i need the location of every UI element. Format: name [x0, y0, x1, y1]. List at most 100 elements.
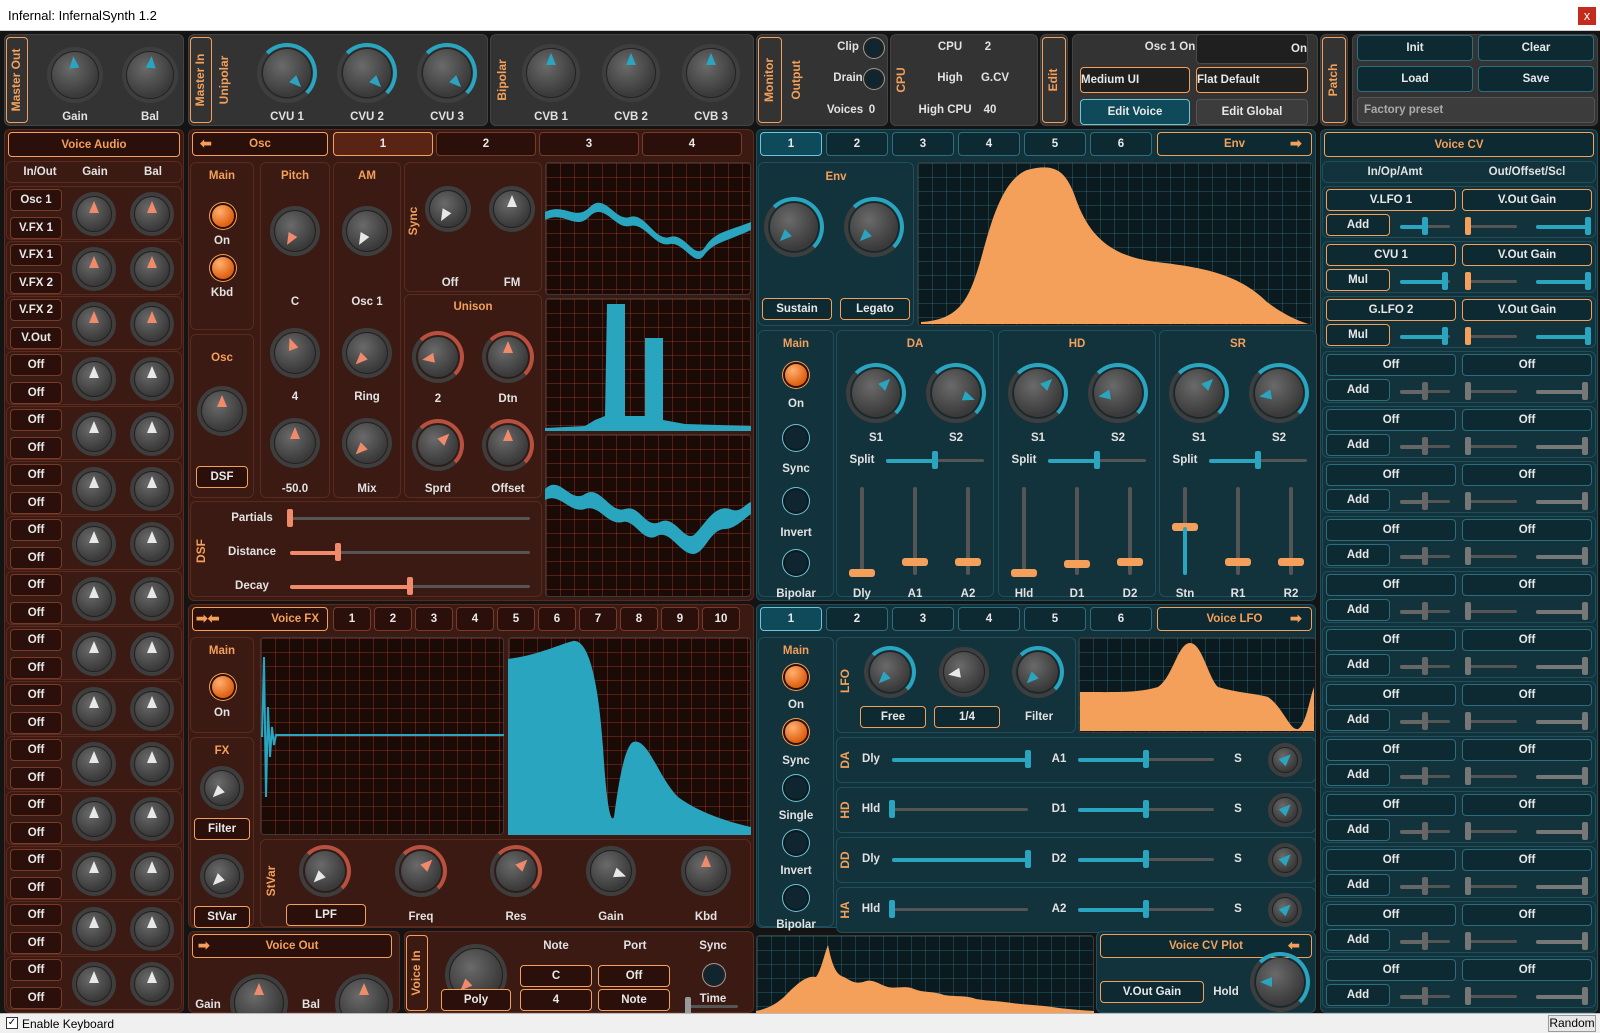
env-tab-3[interactable]: 3 [892, 132, 954, 156]
stvar-button[interactable]: StVar [194, 906, 250, 928]
fm-knob[interactable] [494, 191, 530, 227]
cv-output-5[interactable]: Off [1462, 409, 1592, 431]
voice-audio-gain-knob[interactable] [77, 197, 111, 231]
voice-cv-tab[interactable]: Voice CV [1324, 132, 1594, 157]
lfo-free-button[interactable]: Free [860, 706, 926, 728]
lfo-row-b-slider-2[interactable] [1143, 800, 1149, 818]
cv-output-4[interactable]: Off [1462, 354, 1592, 376]
voice-audio-route-19[interactable]: Off [10, 684, 62, 706]
cv-output-11[interactable]: Off [1462, 739, 1592, 761]
osc-tab-1[interactable]: 1 [333, 132, 433, 156]
cv-scale-8[interactable] [1582, 602, 1589, 620]
env-sync-toggle[interactable] [785, 427, 807, 449]
voice-lfo-tab[interactable]: Voice LFO [1157, 607, 1312, 631]
lfo-single-toggle[interactable] [785, 777, 807, 799]
voice-audio-gain-knob[interactable] [77, 362, 111, 396]
cv-offset-12[interactable] [1465, 822, 1471, 840]
env-hd-fader-2[interactable] [1064, 560, 1090, 569]
edit-global-button[interactable]: Edit Global [1196, 99, 1308, 125]
cv-offset-3[interactable] [1465, 327, 1471, 345]
env-hd-split-slider[interactable] [1094, 451, 1100, 469]
cv-op-5[interactable]: Add [1326, 434, 1390, 456]
cv-offset-4[interactable] [1465, 382, 1471, 400]
env-tab-1[interactable]: 1 [760, 132, 822, 156]
distance-slider[interactable] [335, 543, 341, 561]
am-source-knob[interactable] [347, 211, 387, 251]
cv-input-8[interactable]: Off [1326, 574, 1456, 596]
env-da-fader-2[interactable] [902, 557, 928, 566]
cv-scale-1[interactable] [1585, 217, 1591, 235]
voice-audio-route-7[interactable]: Off [10, 354, 62, 376]
arrow-right-icon[interactable]: ➡ [1290, 610, 1310, 626]
close-icon[interactable]: x [1578, 7, 1596, 25]
voice-audio-route-14[interactable]: Off [10, 546, 62, 569]
voice-audio-gain-knob[interactable] [77, 692, 111, 726]
cv-offset-6[interactable] [1465, 492, 1471, 510]
cv-input-13[interactable]: Off [1326, 849, 1456, 871]
init-button[interactable]: Init [1357, 35, 1473, 61]
osc-on-toggle[interactable] [212, 205, 234, 227]
voice-audio-route-17[interactable]: Off [10, 629, 62, 651]
cvu-knob-2[interactable] [343, 49, 391, 97]
dsf-button[interactable]: DSF [196, 466, 248, 488]
fx-tab-9[interactable]: 9 [661, 607, 699, 631]
voice-audio-route-5[interactable]: V.FX 2 [10, 299, 62, 321]
cv-op-3[interactable]: Mul [1326, 324, 1390, 346]
cvb-knob-2[interactable] [607, 49, 655, 97]
cv-offset-15[interactable] [1465, 987, 1471, 1005]
cv-amount-15[interactable] [1422, 987, 1428, 1005]
lfo-filter-knob[interactable] [1018, 652, 1058, 692]
cv-input-1[interactable]: V.LFO 1 [1326, 189, 1456, 211]
voice-audio-gain-knob[interactable] [77, 527, 111, 561]
env-hd-s1-knob[interactable] [1014, 369, 1062, 417]
oct-select[interactable]: 4 [520, 989, 592, 1011]
cv-offset-14[interactable] [1465, 932, 1471, 950]
res-knob[interactable] [496, 851, 536, 891]
cv-output-6[interactable]: Off [1462, 464, 1592, 486]
fx-kbd-knob[interactable] [686, 851, 726, 891]
voice-audio-gain-knob[interactable] [77, 967, 111, 1001]
partials-slider[interactable] [287, 509, 293, 527]
cv-output-13[interactable]: Off [1462, 849, 1592, 871]
voice-audio-route-27[interactable]: Off [10, 904, 62, 926]
voice-audio-gain-knob[interactable] [77, 747, 111, 781]
voice-audio-route-3[interactable]: V.FX 1 [10, 244, 62, 266]
env-da-s2-knob[interactable] [932, 369, 980, 417]
master-out-gain-knob[interactable] [52, 52, 98, 98]
lfo-row-s-knob-2[interactable] [1273, 798, 1297, 822]
cv-input-4[interactable]: Off [1326, 354, 1456, 376]
cv-op-7[interactable]: Add [1326, 544, 1390, 566]
cv-scale-13[interactable] [1582, 877, 1589, 895]
cv-input-5[interactable]: Off [1326, 409, 1456, 431]
voice-audio-bal-knob[interactable] [135, 747, 169, 781]
env-sr-split-slider[interactable] [1255, 451, 1261, 469]
cv-op-4[interactable]: Add [1326, 379, 1390, 401]
voice-audio-gain-knob[interactable] [77, 802, 111, 836]
fx-tab-3[interactable]: 3 [415, 607, 453, 631]
cv-op-15[interactable]: Add [1326, 984, 1390, 1006]
voice-out-tab[interactable]: Voice Out [192, 934, 392, 958]
voice-audio-route-1[interactable]: Osc 1 [10, 189, 62, 211]
voice-audio-route-29[interactable]: Off [10, 959, 62, 981]
sync-knob[interactable] [430, 191, 466, 227]
load-button[interactable]: Load [1357, 66, 1473, 92]
cv-amount-1[interactable] [1422, 217, 1428, 235]
fx-tab-8[interactable]: 8 [620, 607, 658, 631]
env-sr-s2-knob[interactable] [1255, 369, 1303, 417]
fx-on-toggle[interactable] [212, 676, 234, 698]
medium-ui-button[interactable]: Medium UI [1080, 67, 1190, 93]
fx-tab-10[interactable]: 10 [702, 607, 740, 631]
fx-gain-knob[interactable] [591, 851, 631, 891]
cv-input-15[interactable]: Off [1326, 959, 1456, 981]
stvar-type-knob[interactable] [305, 851, 345, 891]
voice-audio-route-16[interactable]: Off [10, 601, 62, 624]
lfo-shape-knob[interactable] [944, 652, 984, 692]
mix-knob[interactable] [347, 423, 387, 463]
osc-kbd-toggle[interactable] [212, 257, 234, 279]
pitch-octave-knob[interactable] [275, 333, 315, 373]
flat-default-button[interactable]: Flat Default [1196, 67, 1308, 93]
cv-amount-8[interactable] [1422, 602, 1428, 620]
cv-amount-11[interactable] [1422, 767, 1428, 785]
freq-knob[interactable] [401, 851, 441, 891]
env-knob-2[interactable] [850, 203, 898, 251]
